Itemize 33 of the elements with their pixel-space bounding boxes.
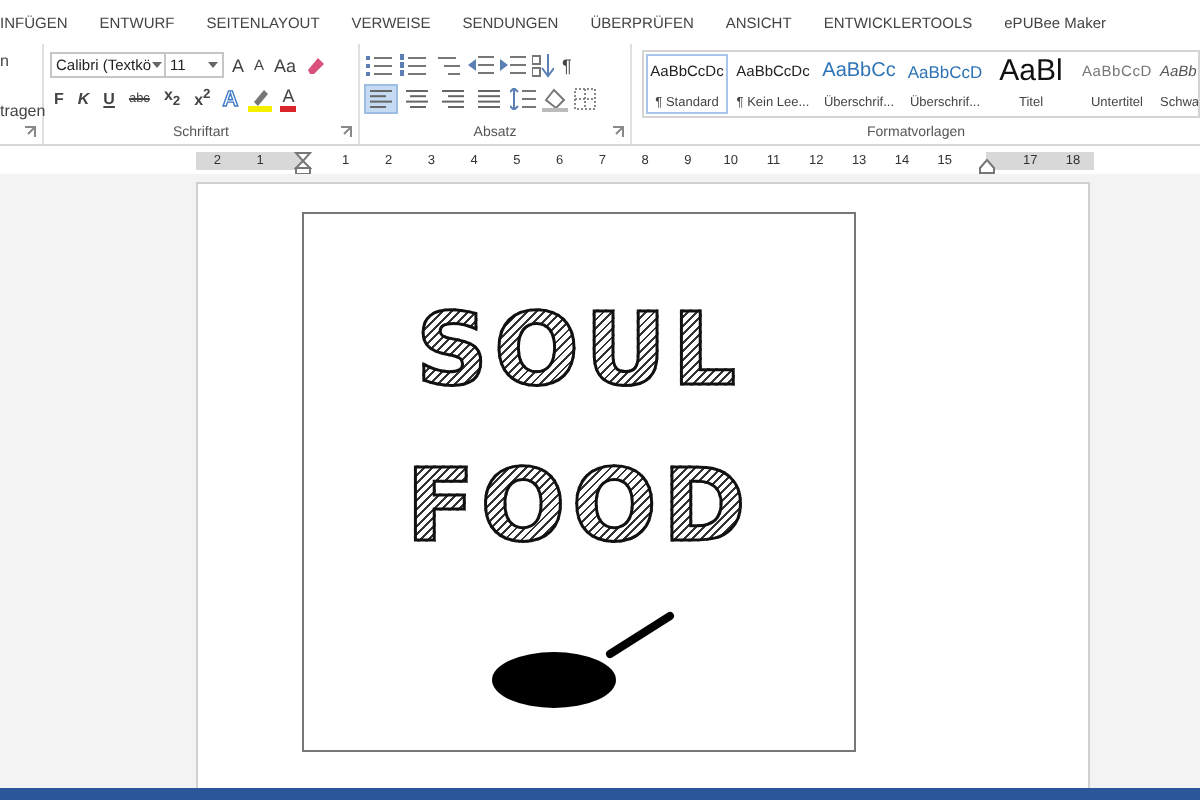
format-button[interactable]: x$^{2}$ [190, 84, 215, 114]
format-button[interactable]: K [73, 87, 94, 111]
eraser-icon[interactable] [304, 54, 327, 76]
format-button[interactable]: x$_{2}$ [159, 83, 185, 115]
align-button[interactable] [438, 86, 468, 112]
line-spacing-icon[interactable] [510, 88, 536, 110]
increase-indent-icon[interactable] [500, 54, 526, 76]
bullet-list-icon[interactable] [366, 54, 394, 76]
font-color-button[interactable]: A [280, 87, 297, 111]
dropdown-icon[interactable] [151, 62, 162, 68]
ribbon-label: n [0, 52, 9, 70]
text-effects-button[interactable]: A [220, 87, 241, 111]
dialog-launcher-icon[interactable] [612, 126, 624, 138]
dropdown-icon[interactable] [208, 62, 218, 68]
format-button[interactable]: U [99, 87, 119, 111]
numbered-list-icon[interactable] [400, 54, 428, 76]
dialog-launcher-icon[interactable] [340, 126, 352, 138]
shading-icon[interactable] [542, 87, 568, 111]
borders-icon[interactable] [574, 88, 596, 110]
sort-icon[interactable] [532, 53, 554, 77]
align-button[interactable] [474, 86, 504, 112]
highlighter-icon[interactable] [246, 87, 275, 111]
multilevel-list-icon[interactable] [434, 54, 462, 76]
decrease-indent-icon[interactable] [468, 54, 494, 76]
format-button[interactable]: F [50, 87, 68, 111]
ribbon-label: tragen [0, 102, 46, 120]
grow-font-button[interactable]: A [230, 53, 247, 77]
show-formatting-button[interactable]: ¶ [560, 53, 574, 77]
align-button[interactable] [366, 86, 396, 112]
dialog-launcher-icon[interactable] [24, 126, 36, 138]
indent-marker-icon[interactable] [293, 151, 312, 173]
align-button[interactable] [402, 86, 432, 112]
change-case-button[interactable]: Aa [272, 53, 299, 77]
